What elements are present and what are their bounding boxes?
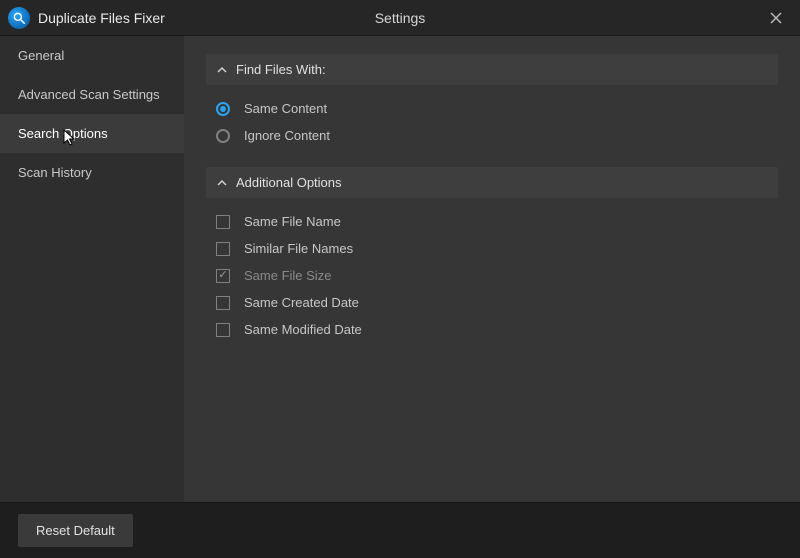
checkbox-icon [216, 269, 230, 283]
checkbox-icon [216, 242, 230, 256]
checkbox-same-file-size[interactable]: Same File Size [206, 262, 778, 289]
radio-label: Same Content [244, 101, 327, 116]
sidebar-item-label: General [18, 48, 64, 63]
radio-ignore-content[interactable]: Ignore Content [206, 122, 778, 149]
close-icon [769, 11, 783, 25]
section-header-additional-options[interactable]: Additional Options [206, 167, 778, 198]
close-button[interactable] [760, 2, 792, 34]
radio-icon [216, 129, 230, 143]
sidebar-item-label: Search Options [18, 126, 108, 141]
radio-icon [216, 102, 230, 116]
section-header-find-files[interactable]: Find Files With: [206, 54, 778, 85]
sidebar-item-label: Scan History [18, 165, 92, 180]
checkbox-label: Same File Size [244, 268, 331, 283]
app-title: Duplicate Files Fixer [38, 10, 165, 26]
checkbox-label: Same Modified Date [244, 322, 362, 337]
footer: Reset Default [0, 502, 800, 558]
sidebar-item-label: Advanced Scan Settings [18, 87, 160, 102]
chevron-up-icon [216, 64, 228, 76]
section-title: Additional Options [236, 175, 342, 190]
sidebar-item-search-options[interactable]: Search Options [0, 114, 184, 153]
content-panel: Find Files With: Same Content Ignore Con… [184, 36, 800, 502]
checkbox-same-modified-date[interactable]: Same Modified Date [206, 316, 778, 343]
checkbox-icon [216, 296, 230, 310]
sidebar: General Advanced Scan Settings Search Op… [0, 36, 184, 502]
checkbox-same-file-name[interactable]: Same File Name [206, 208, 778, 235]
section-title: Find Files With: [236, 62, 326, 77]
checkbox-label: Same Created Date [244, 295, 359, 310]
checkbox-same-created-date[interactable]: Same Created Date [206, 289, 778, 316]
checkbox-label: Similar File Names [244, 241, 353, 256]
checkbox-icon [216, 323, 230, 337]
radio-label: Ignore Content [244, 128, 330, 143]
reset-default-button[interactable]: Reset Default [18, 514, 133, 547]
sidebar-item-scan-history[interactable]: Scan History [0, 153, 184, 192]
titlebar: Duplicate Files Fixer Settings [0, 0, 800, 36]
radio-same-content[interactable]: Same Content [206, 95, 778, 122]
window-title: Settings [375, 10, 426, 26]
checkbox-icon [216, 215, 230, 229]
checkbox-similar-file-names[interactable]: Similar File Names [206, 235, 778, 262]
sidebar-item-advanced-scan-settings[interactable]: Advanced Scan Settings [0, 75, 184, 114]
chevron-up-icon [216, 177, 228, 189]
sidebar-item-general[interactable]: General [0, 36, 184, 75]
app-logo-icon [8, 7, 30, 29]
checkbox-label: Same File Name [244, 214, 341, 229]
